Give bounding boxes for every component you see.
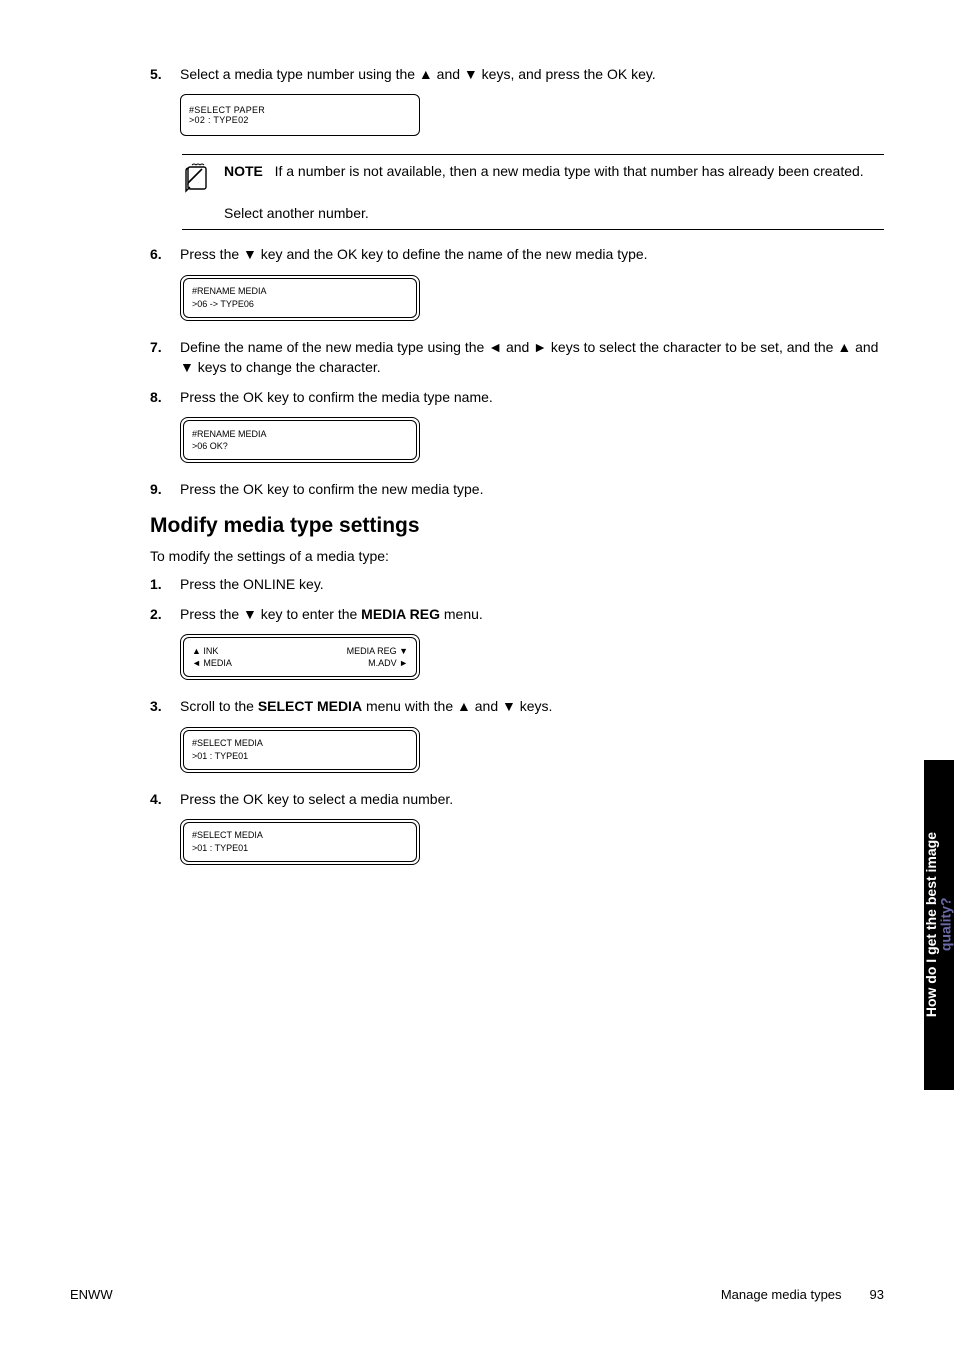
lcd-r2-right: M.ADV ► [368,657,408,670]
step-number: 9. [150,479,180,499]
step-text: Select a media type number using the ▲ a… [180,64,884,84]
lcd-line2: >01 : TYPE01 [192,842,248,855]
step-number: 7. [150,337,180,378]
modify-step-4: 4. Press the OK key to select a media nu… [150,789,884,809]
lcd-r1-right: MEDIA REG ▼ [347,645,408,658]
lcd-inner: ▲ INK MEDIA REG ▼ ◄ MEDIA M.ADV ► [183,637,417,677]
lcd-select-paper: #SELECT PAPER >02 : TYPE02 [180,94,884,136]
step-5: 5. Select a media type number using the … [150,64,884,84]
step-text: Define the name of the new media type us… [180,337,884,378]
footer-left: ENWW [70,1287,113,1302]
step-number: 3. [150,696,180,716]
lcd-line2: >02 : TYPE02 [189,115,417,125]
step-text: Scroll to the SELECT MEDIA menu with the… [180,696,884,716]
step-text: Press the OK key to select a media numbe… [180,789,884,809]
note-sub: Select another number. [224,205,884,221]
lcd-select-media-2: #SELECT MEDIA >01 : TYPE01 [180,819,884,865]
lcd-line1: #SELECT MEDIA [192,737,263,750]
lcd-line1: #SELECT MEDIA [192,829,263,842]
lcd-inner: #SELECT PAPER >02 : TYPE02 [183,97,417,133]
step-8: 8. Press the OK key to confirm the media… [150,387,884,407]
step-9: 9. Press the OK key to confirm the new m… [150,479,884,499]
step-text: Press the ▼ key and the OK key to define… [180,244,884,264]
lcd-line1: #RENAME MEDIA [192,285,267,298]
note-rule-top [182,154,884,155]
side-tab-text: How do I get the best image quality? [924,832,953,1017]
step-7: 7. Define the name of the new media type… [150,337,884,378]
lcd-inner: #SELECT MEDIA >01 : TYPE01 [183,730,417,770]
note-label: NOTE [224,163,263,179]
note-rule-bottom [182,229,884,230]
modify-step-1: 1. Press the ONLINE key. [150,574,884,594]
lcd-rename-media-2: #RENAME MEDIA >06 OK? [180,417,884,463]
step-text: Press the ▼ key to enter the MEDIA REG m… [180,604,884,624]
lcd-inner: #SELECT MEDIA >01 : TYPE01 [183,822,417,862]
step-text: Press the OK key to confirm the media ty… [180,387,884,407]
step-number: 4. [150,789,180,809]
lcd-frame: #RENAME MEDIA >06 -> TYPE06 [180,275,420,321]
note-block: NOTE If a number is not available, then … [182,154,884,230]
lcd-select-media-1: #SELECT MEDIA >01 : TYPE01 [180,727,884,773]
note-text: NOTE If a number is not available, then … [224,161,864,195]
step-6: 6. Press the ▼ key and the OK key to def… [150,244,884,264]
lcd-line2: >06 -> TYPE06 [192,298,254,311]
lcd-r1-left: ▲ INK [192,645,218,658]
lcd-inner: #RENAME MEDIA >06 OK? [183,420,417,460]
lcd-frame: #SELECT PAPER >02 : TYPE02 [180,94,420,136]
lcd-rename-media-1: #RENAME MEDIA >06 -> TYPE06 [180,275,884,321]
lcd-frame: #SELECT MEDIA >01 : TYPE01 [180,727,420,773]
lcd-inner: #RENAME MEDIA >06 -> TYPE06 [183,278,417,318]
step-text: Press the OK key to confirm the new medi… [180,479,884,499]
note-row: NOTE If a number is not available, then … [182,161,884,195]
step-text: Press the ONLINE key. [180,574,884,594]
modify-step-2: 2. Press the ▼ key to enter the MEDIA RE… [150,604,884,624]
note-icon [182,161,224,195]
step-number: 2. [150,604,180,624]
note-body: If a number is not available, then a new… [275,163,864,179]
page-footer: ENWW Manage media types 93 [70,1287,884,1302]
step-number: 5. [150,64,180,84]
main-content: 5. Select a media type number using the … [150,64,884,881]
step-number: 8. [150,387,180,407]
lcd-line2: >06 OK? [192,440,228,453]
lcd-r2-left: ◄ MEDIA [192,657,232,670]
step-number: 1. [150,574,180,594]
lcd-frame: ▲ INK MEDIA REG ▼ ◄ MEDIA M.ADV ► [180,634,420,680]
footer-right: Manage media types 93 [721,1287,884,1302]
modify-step-3: 3. Scroll to the SELECT MEDIA menu with … [150,696,884,716]
footer-section: Manage media types [721,1287,842,1302]
side-tab: How do I get the best image quality? [924,760,954,1090]
lcd-line2: >01 : TYPE01 [192,750,248,763]
page: { "steps": { "s5": { "num": "5.", "text"… [0,0,954,1352]
lcd-line1: #SELECT PAPER [189,105,417,115]
step-number: 6. [150,244,180,264]
lcd-media-reg: ▲ INK MEDIA REG ▼ ◄ MEDIA M.ADV ► [180,634,884,680]
lcd-frame: #SELECT MEDIA >01 : TYPE01 [180,819,420,865]
footer-page-number: 93 [870,1287,884,1302]
lcd-line1: #RENAME MEDIA [192,428,267,441]
lcd-frame: #RENAME MEDIA >06 OK? [180,417,420,463]
section-heading: Modify media type settings [150,514,884,538]
section-intro: To modify the settings of a media type: [150,548,884,564]
